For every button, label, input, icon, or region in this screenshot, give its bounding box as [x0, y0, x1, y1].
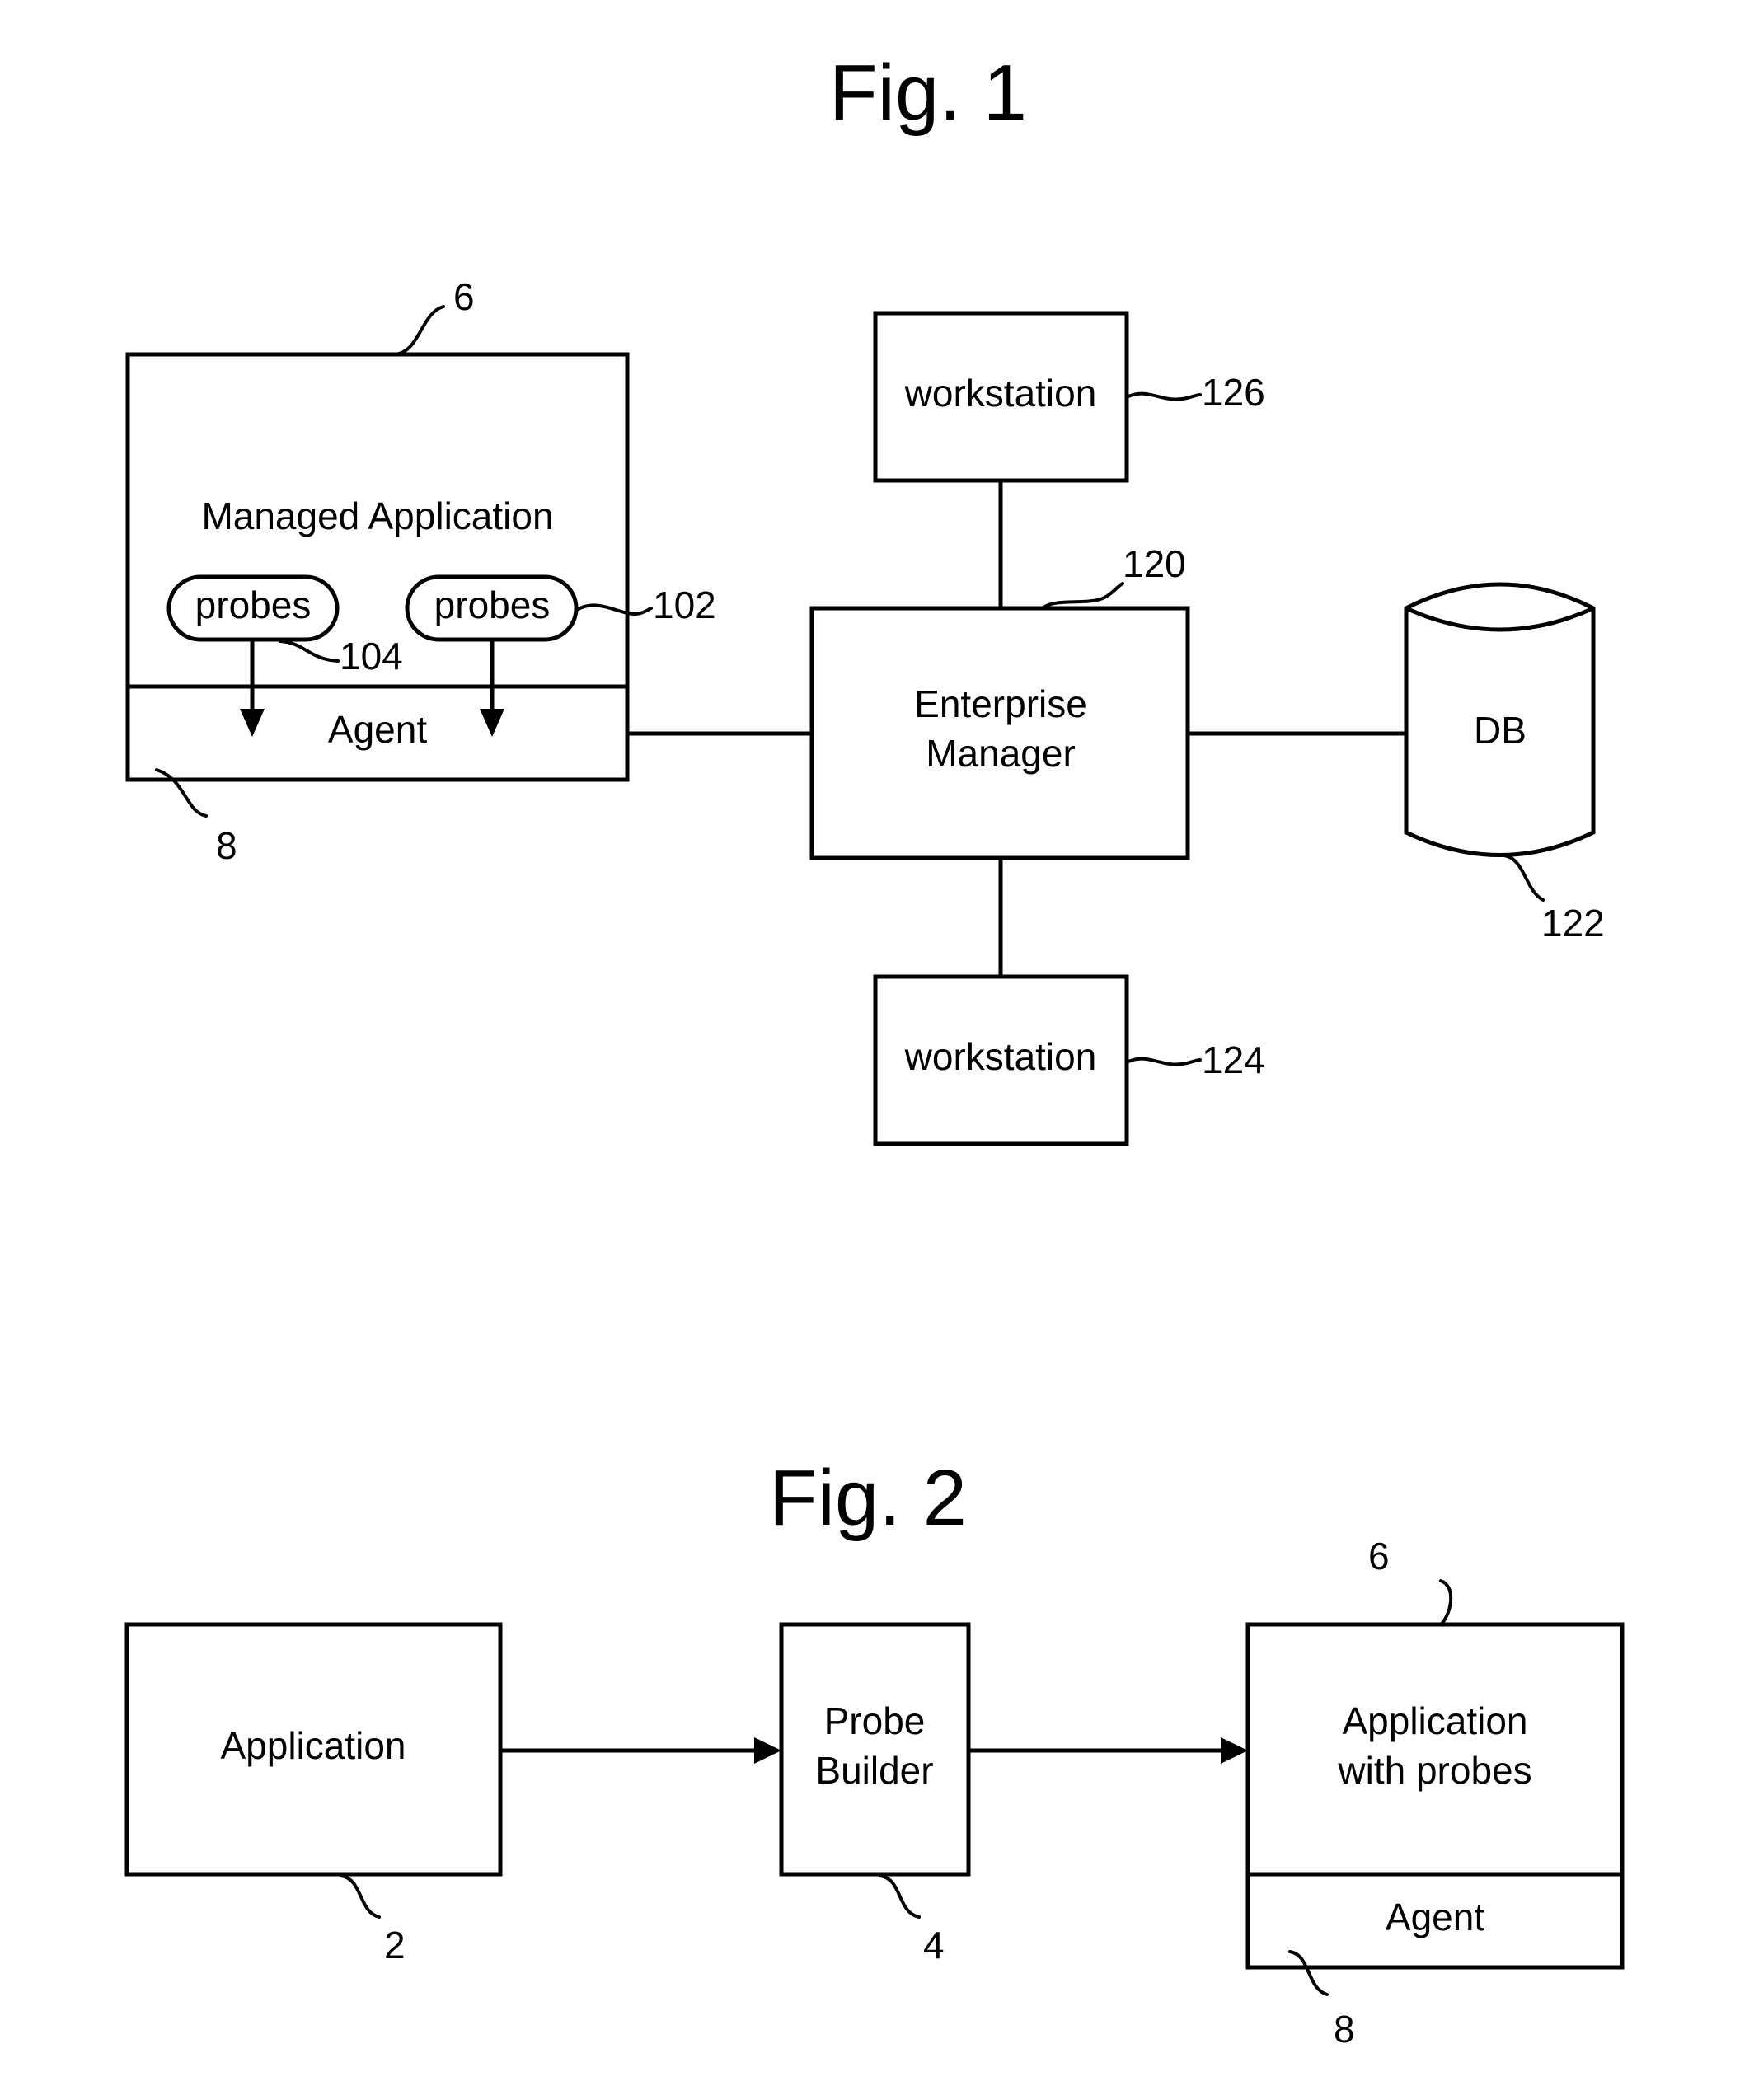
workstation-126-block: workstation 126 — [873, 311, 1265, 483]
workstation-124-block: workstation 124 — [873, 974, 1265, 1146]
ref-leader-124 — [1127, 1057, 1202, 1066]
ref-leader-2 — [340, 1874, 381, 1919]
ref-122: 122 — [1541, 902, 1605, 945]
app-with-probes-block: Application with probes Agent 6 8 — [1245, 1535, 1625, 2051]
app-with-probes-label-line1: Application — [1342, 1699, 1527, 1742]
ref-leader-120 — [1041, 582, 1124, 610]
managed-application-block: Managed Application probes probes Agent … — [125, 275, 716, 867]
figure-2: Fig. 2 Application 2 Probe Builder 4 App… — [124, 1454, 1625, 2051]
ref-4: 4 — [923, 1924, 945, 1966]
probes-label-2: probes — [434, 584, 551, 626]
probe-builder-label-line2: Builder — [815, 1749, 933, 1792]
ref-8: 8 — [216, 824, 237, 867]
figure-1: Fig. 1 Managed Application probes probes… — [125, 49, 1605, 1146]
ref-126: 126 — [1202, 371, 1265, 414]
ref-leader-4 — [879, 1874, 921, 1919]
application-block: Application 2 — [124, 1622, 503, 1966]
enterprise-manager-label-line2: Manager — [926, 732, 1076, 775]
ref-102: 102 — [653, 584, 716, 626]
ref-2: 2 — [384, 1924, 406, 1966]
ref-124: 124 — [1202, 1038, 1265, 1081]
workstation-126-label: workstation — [904, 372, 1097, 415]
workstation-124-label: workstation — [904, 1035, 1097, 1078]
patent-figures: Fig. 1 Managed Application probes probes… — [124, 49, 1625, 2051]
db-label: DB — [1474, 709, 1527, 752]
ref-6: 6 — [453, 275, 475, 318]
managed-application-label: Managed Application — [201, 495, 553, 537]
probes-label-1: probes — [195, 584, 312, 626]
probe-builder-label-line1: Probe — [824, 1699, 926, 1742]
ref-8-fig2: 8 — [1334, 2008, 1355, 2051]
arrow-builder-to-app-head — [1221, 1737, 1248, 1764]
ref-leader-122 — [1503, 854, 1545, 902]
application-label: Application — [220, 1724, 406, 1767]
enterprise-manager-label-line1: Enterprise — [914, 682, 1087, 725]
ref-leader-126 — [1127, 391, 1202, 401]
ref-leader-6 — [392, 305, 445, 356]
fig1-title: Fig. 1 — [829, 49, 1027, 137]
ref-120: 120 — [1123, 542, 1186, 585]
db-block: DB 122 — [1404, 582, 1605, 945]
arrow-app-to-builder-head — [754, 1737, 781, 1764]
probe-builder-block: Probe Builder 4 — [779, 1622, 971, 1966]
ref-6-fig2: 6 — [1368, 1535, 1390, 1577]
agent-label: Agent — [328, 708, 427, 751]
agent-label-fig2: Agent — [1386, 1896, 1484, 1938]
app-with-probes-label-line2: with probes — [1337, 1749, 1531, 1792]
fig2-title: Fig. 2 — [769, 1454, 967, 1542]
ref-104: 104 — [340, 635, 403, 677]
ref-leader-6-fig2 — [1439, 1579, 1453, 1626]
